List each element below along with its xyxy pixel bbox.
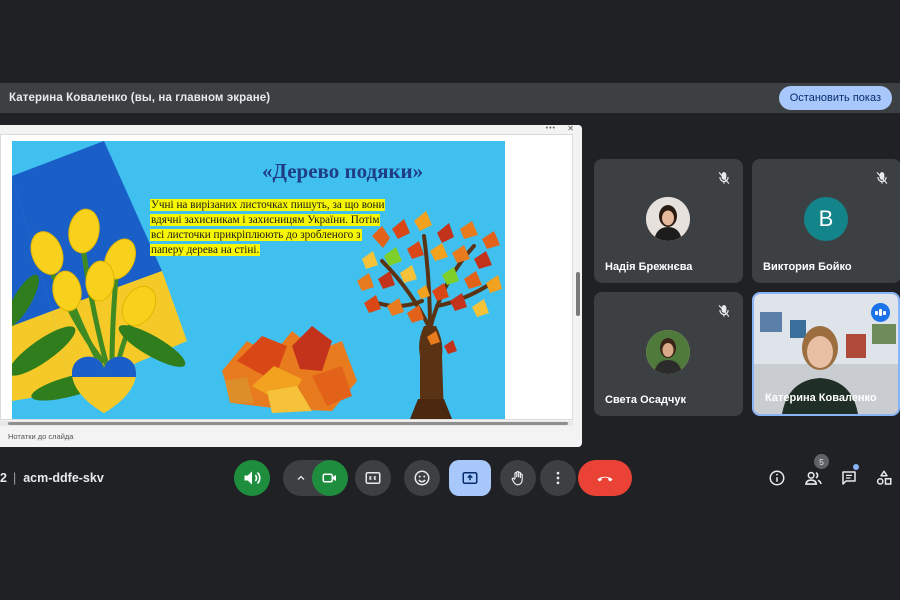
leave-call-button[interactable] xyxy=(578,460,632,496)
people-count-badge: 5 xyxy=(814,454,829,469)
speaking-indicator-icon xyxy=(871,303,890,322)
more-icon xyxy=(556,471,560,485)
participant-name: Света Осадчук xyxy=(605,394,687,406)
hang-up-icon xyxy=(597,476,613,482)
presenting-banner: Катерина Коваленко (вы, на главном экран… xyxy=(0,83,900,113)
shared-window-titlebar: ••• ✕ xyxy=(0,125,582,134)
more-options-button[interactable] xyxy=(540,460,576,496)
mic-off-icon xyxy=(873,169,891,187)
stop-presenting-button[interactable]: Остановить показ xyxy=(778,86,892,110)
window-close-icon: ✕ xyxy=(567,125,574,133)
captions-icon xyxy=(365,472,381,484)
slide-title: «Дерево подяки» xyxy=(262,159,424,183)
chat-icon xyxy=(842,471,856,485)
meeting-time: 2 xyxy=(0,471,7,485)
info-icon xyxy=(769,470,785,486)
participant-tile-active[interactable]: Катерина Коваленко xyxy=(752,292,900,416)
slide-body: Учні на вирізаних листочках пишуть, за щ… xyxy=(150,198,394,258)
slide: «Дерево подяки» Учні на вирізаних листоч… xyxy=(12,141,505,419)
mic-off-icon xyxy=(715,169,733,187)
chevron-up-icon xyxy=(297,475,305,480)
raise-hand-button[interactable] xyxy=(500,460,536,496)
chat-notification-dot xyxy=(853,464,859,470)
avatar xyxy=(646,197,690,241)
people-button[interactable] xyxy=(801,466,825,490)
meeting-details-button[interactable] xyxy=(765,466,789,490)
meeting-info: 2 | acm-ddfe-skv xyxy=(0,471,104,485)
meeting-code: acm-ddfe-skv xyxy=(23,471,104,485)
audio-button[interactable] xyxy=(234,460,270,496)
captions-button[interactable] xyxy=(355,460,391,496)
present-button[interactable] xyxy=(449,460,491,496)
activities-button[interactable] xyxy=(872,466,896,490)
presenter-label: Катерина Коваленко (вы, на главном экран… xyxy=(9,92,271,104)
shared-screen: ••• ✕ «Дерево подяки» Учні на вирізаних … xyxy=(0,125,582,447)
activities-icon xyxy=(876,470,892,485)
horizontal-scrollbar[interactable] xyxy=(0,421,573,426)
mic-off-icon xyxy=(715,302,733,320)
emoji-icon xyxy=(414,470,430,486)
present-icon xyxy=(462,472,478,484)
avatar xyxy=(646,330,690,374)
window-dots-icon: ••• xyxy=(545,125,556,132)
vertical-scrollbar[interactable] xyxy=(573,134,582,424)
participant-tile[interactable]: Надія Брежнєва xyxy=(594,159,743,283)
avatar: В xyxy=(804,197,848,241)
camera-icon xyxy=(322,473,336,483)
reactions-button[interactable] xyxy=(404,460,440,496)
vertical-scroll-thumb[interactable] xyxy=(576,272,580,316)
participant-name: Надія Брежнєва xyxy=(605,261,693,273)
camera-button[interactable] xyxy=(312,460,348,496)
slide-body-text: Учні на вирізаних листочках пишуть, за щ… xyxy=(150,199,386,256)
participant-name: Катерина Коваленко xyxy=(765,392,877,404)
horizontal-scroll-thumb[interactable] xyxy=(8,422,568,425)
slide-illustration xyxy=(12,141,502,419)
separator: | xyxy=(12,471,17,485)
volume-icon xyxy=(244,471,261,485)
raise-hand-icon xyxy=(511,470,523,486)
slide-canvas: «Дерево подяки» Учні на вирізаних листоч… xyxy=(0,134,573,420)
slide-notes-label[interactable]: Нотатки до слайда xyxy=(8,432,73,441)
participant-tile[interactable]: Света Осадчук xyxy=(594,292,743,416)
people-icon xyxy=(804,471,822,485)
participant-name: Виктория Бойко xyxy=(763,261,852,273)
participant-tile[interactable]: В Виктория Бойко xyxy=(752,159,900,283)
